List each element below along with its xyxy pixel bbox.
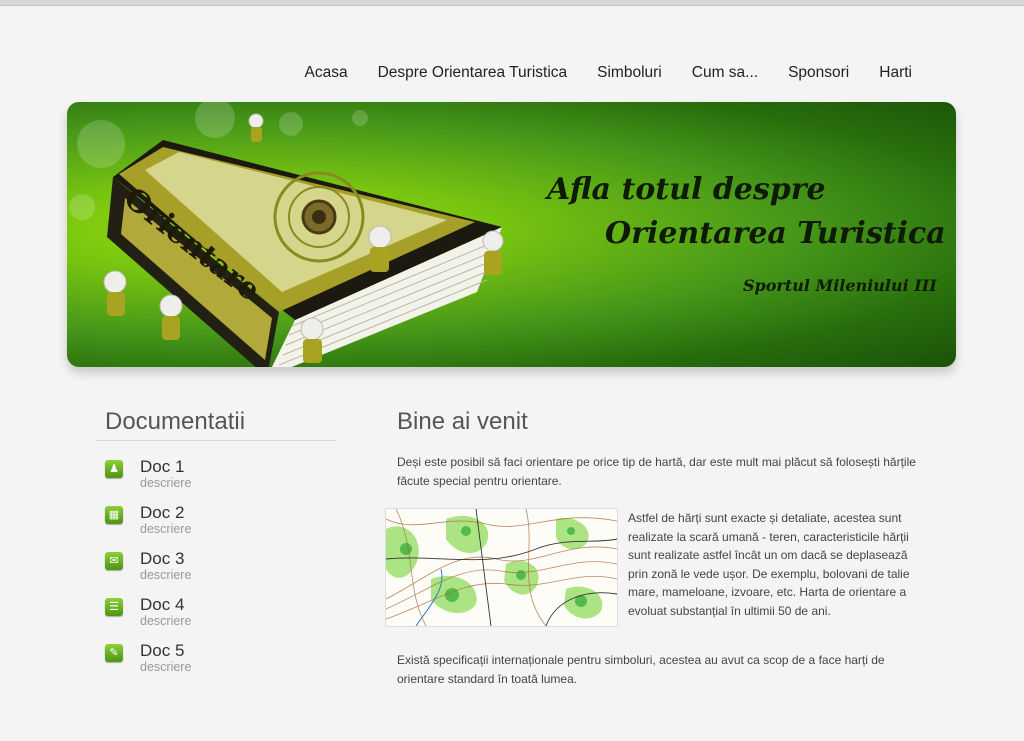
- main-content: Bine ai venit Deși este posibil să faci …: [385, 408, 937, 686]
- symbols-paragraph: Există specificații internaționale pentr…: [397, 653, 885, 686]
- doc-item-2[interactable]: ▦ Doc 2 descriere: [105, 503, 335, 549]
- intro-paragraph: Deși este posibil să faci orientare pe o…: [397, 455, 916, 488]
- banner-title-line1: Afla totul despre: [547, 172, 826, 207]
- doc-item-5[interactable]: ✎ Doc 5 descriere: [105, 641, 335, 687]
- top-border: [0, 0, 1024, 6]
- doc-desc: descriere: [140, 522, 192, 536]
- doc-item-4[interactable]: ☰ Doc 4 descriere: [105, 595, 335, 641]
- doc-desc: descriere: [140, 568, 192, 582]
- banner-subtitle: Sportul Mileniului III: [743, 276, 937, 295]
- mail-icon: ✉: [105, 552, 123, 570]
- nav-harti[interactable]: Harti: [879, 64, 912, 82]
- person-icon: ♟: [105, 460, 123, 478]
- doc-title: Doc 5: [140, 641, 185, 660]
- sidebar: Documentatii ♟ Doc 1 descriere ▦ Doc 2 d…: [95, 408, 335, 687]
- sidebar-title: Documentatii: [95, 408, 335, 441]
- orienteering-map-image: [385, 508, 618, 627]
- banner-title-line2: Orientarea Turistica: [605, 216, 946, 251]
- nav-acasa[interactable]: Acasa: [305, 64, 348, 82]
- welcome-title: Bine ai venit: [397, 408, 528, 435]
- nav-cum-sa[interactable]: Cum sa...: [692, 64, 758, 82]
- doc-title: Doc 3: [140, 549, 185, 568]
- doc-title: Doc 2: [140, 503, 185, 522]
- nav-sponsori[interactable]: Sponsori: [788, 64, 849, 82]
- doc-desc: descriere: [140, 614, 192, 628]
- doc-desc: descriere: [140, 660, 192, 674]
- pencil-icon: ✎: [105, 644, 123, 662]
- main-nav: Acasa Despre Orientarea Turistica Simbol…: [305, 64, 912, 82]
- doc-title: Doc 4: [140, 595, 185, 614]
- doc-item-1[interactable]: ♟ Doc 1 descriere: [105, 457, 335, 503]
- nav-despre-orientarea-turistica[interactable]: Despre Orientarea Turistica: [378, 64, 568, 82]
- document-icon: ☰: [105, 598, 123, 616]
- doc-title: Doc 1: [140, 457, 185, 476]
- calendar-icon: ▦: [105, 506, 123, 524]
- nav-simboluri[interactable]: Simboluri: [597, 64, 662, 82]
- doc-list: ♟ Doc 1 descriere ▦ Doc 2 descriere ✉ Do…: [105, 457, 335, 687]
- hero-banner: Orientare Afla totul despre Orientarea T…: [67, 102, 956, 367]
- maps-paragraph: Astfel de hărți sunt exacte și detaliate…: [628, 511, 910, 618]
- book-illustration: Orientare: [103, 113, 504, 367]
- doc-item-3[interactable]: ✉ Doc 3 descriere: [105, 549, 335, 595]
- doc-desc: descriere: [140, 476, 192, 490]
